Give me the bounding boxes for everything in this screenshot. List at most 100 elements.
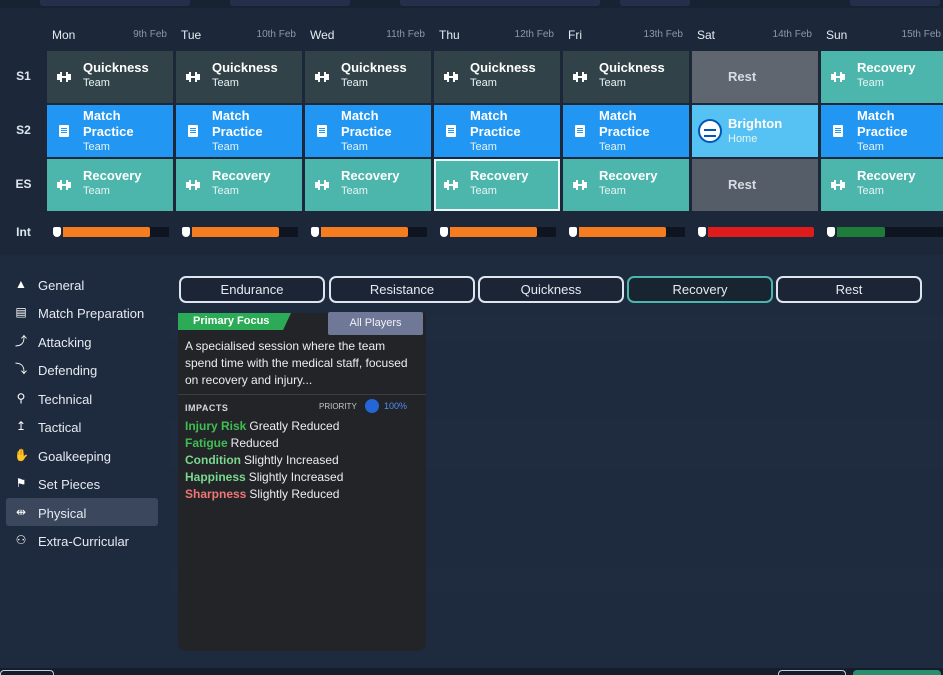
bottom-button[interactable] [0,670,54,675]
toolbar-button[interactable] [620,0,690,6]
sidebar-item-physical[interactable]: ⇹ Physical [6,498,158,526]
session-title: Recovery [599,168,658,183]
day-date: 14th Feb [772,29,812,40]
session-title: Recovery [470,168,529,183]
toolbar-button[interactable] [850,0,940,6]
intensity-bar [47,226,173,238]
session-cell[interactable]: Quickness Team [434,51,560,103]
match-cell-brighton[interactable]: Brighton Home [692,105,818,157]
sidebar-item-attacking[interactable]: ⤴ Attacking [6,327,158,355]
tab-rest[interactable]: Rest [776,276,922,303]
bottom-confirm-button[interactable] [853,670,941,675]
day-header-thu: Thu 12th Feb [434,28,560,46]
session-cell[interactable]: Quickness Team [563,51,689,103]
sidebar-item-label: Technical [38,392,93,407]
toolbar-button[interactable] [40,0,190,6]
session-cell[interactable]: Recovery Team [821,51,943,103]
row-label-int: Int [16,225,31,239]
session-subtitle: Team [212,141,239,153]
toolbar-button[interactable] [400,0,600,6]
session-subtitle: Team [470,77,497,89]
tactical-icon: ↥ [15,419,27,433]
rest-cell[interactable]: Rest [692,159,818,211]
session-cell[interactable]: Match Practice Team [821,105,943,157]
intensity-fill [63,227,150,237]
sidebar-item-technical[interactable]: ⚲ Technical [6,384,158,412]
sidebar-item-set-pieces[interactable]: ⚑ Set Pieces [6,469,158,497]
intensity-icon [827,227,835,237]
intensity-bar [692,226,818,238]
toolbar-button[interactable] [230,0,350,6]
primary-focus-label: Primary Focus [178,313,291,330]
session-title: Quickness [83,60,149,75]
sidebar-item-general[interactable]: ▲ General [6,270,158,298]
dumbbell-icon [831,180,845,190]
session-cell[interactable]: Recovery Team [305,159,431,211]
impact-row: Sharpness Slightly Reduced [185,487,339,501]
intensity-fill [321,227,408,237]
day-date: 10th Feb [256,29,296,40]
match-practice-icon [446,125,456,137]
dumbbell-icon [57,72,71,82]
day-header-tue: Tue 10th Feb [176,28,302,46]
intensity-icon [569,227,577,237]
venue: Home [728,133,758,145]
day-name: Sat [697,28,716,42]
tab-recovery[interactable]: Recovery [627,276,773,303]
session-cell[interactable]: Quickness Team [305,51,431,103]
session-subtitle: Team [212,77,239,89]
all-players-button[interactable]: All Players [328,312,423,335]
session-subtitle: Team [470,185,497,197]
dumbbell-icon [573,180,587,190]
match-practice-icon [188,125,198,137]
sidebar-item-label: Extra-Curricular [38,534,130,549]
sidebar-item-tactical[interactable]: ↥ Tactical [6,412,158,440]
priority-value: 100% [384,401,408,411]
session-cell[interactable]: Recovery Team [563,159,689,211]
sidebar-item-extra-curricular[interactable]: ⚇ Extra-Curricular [6,526,158,554]
session-detail-panel: Primary Focus All Players A specialised … [178,312,426,651]
session-cell[interactable]: Recovery Team [821,159,943,211]
session-cell[interactable]: Quickness Team [47,51,173,103]
impact-effect: Reduced [230,436,279,450]
rest-cell[interactable]: Rest [692,51,818,103]
impacts-heading: IMPACTS [185,403,229,413]
impact-effect: Slightly Increased [248,470,344,484]
session-cell[interactable]: Match Practice Team [176,105,302,157]
session-title: Recovery [857,168,916,183]
session-title: Rest [728,69,757,84]
intensity-fill [450,227,537,237]
sidebar-item-label: Attacking [38,335,92,350]
impact-attribute: Injury Risk [185,419,247,433]
sidebar-item-goalkeeping[interactable]: ✋ Goalkeeping [6,441,158,469]
day-name: Fri [568,28,582,42]
sidebar-item-match-preparation[interactable]: ▤ Match Preparation [6,298,158,326]
bottom-button[interactable] [778,670,846,675]
session-cell[interactable]: Recovery Team [176,159,302,211]
match-practice-icon [317,125,327,137]
sidebar-item-label: Tactical [38,420,82,435]
session-title: Match Practice [83,108,134,139]
intensity-bar [434,226,560,238]
session-subtitle: Team [83,185,110,197]
tab-quickness[interactable]: Quickness [478,276,624,303]
day-header-sat: Sat 14th Feb [692,28,818,46]
session-cell[interactable]: Match Practice Team [434,105,560,157]
session-cell[interactable]: Match Practice Team [47,105,173,157]
day-header-mon: Mon 9th Feb [47,28,173,46]
session-cell[interactable]: Recovery Team [47,159,173,211]
priority-indicator[interactable] [365,399,379,413]
tab-endurance[interactable]: Endurance [179,276,325,303]
session-cell[interactable]: Match Practice Team [563,105,689,157]
session-subtitle: Team [470,141,497,153]
session-cell-selected[interactable]: Recovery Team [434,159,560,211]
session-cell[interactable]: Quickness Team [176,51,302,103]
session-subtitle: Team [599,77,626,89]
sidebar-item-defending[interactable]: ⤵ Defending [6,355,158,383]
day-name: Thu [439,28,460,42]
session-cell[interactable]: Match Practice Team [305,105,431,157]
session-title: Recovery [341,168,400,183]
tab-resistance[interactable]: Resistance [329,276,475,303]
session-subtitle: Team [341,141,368,153]
impact-attribute: Happiness [185,470,246,484]
